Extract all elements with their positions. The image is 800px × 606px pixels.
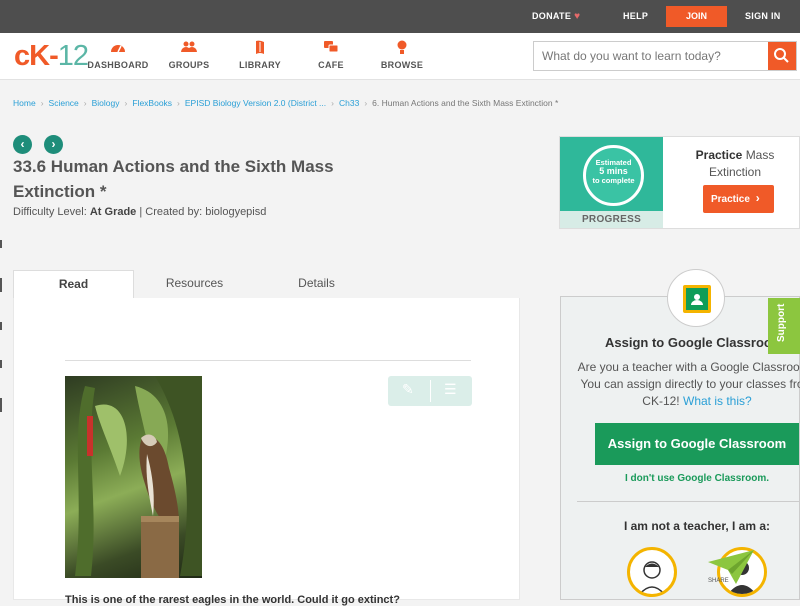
groups-icon [149,40,229,55]
nav-dashboard[interactable]: DASHBOARD [78,40,158,70]
search-icon [774,48,789,63]
nav-groups-label: GROUPS [168,60,210,70]
practice-button[interactable]: Practice › [703,185,774,213]
left-edge-marks [0,240,3,442]
share-widget[interactable]: SHARE [706,548,756,588]
cafe-icon [291,40,371,55]
google-classroom-icon [683,285,711,313]
tab-read[interactable]: Read [13,270,134,299]
pencil-icon[interactable]: ✎ [402,381,414,398]
student-avatar[interactable] [627,547,677,597]
donate-label: DONATE [532,11,572,21]
lesson-intro-text: This is one of the rarest eagles in the … [65,594,400,606]
main-nav: cK-12 DASHBOARD GROUPS LIBRARY CAFE BROW… [0,33,800,80]
google-classroom-badge [667,269,725,327]
nav-browse[interactable]: BROWSE [362,40,442,70]
difficulty-value: At Grade [89,206,137,218]
breadcrumb-chapter[interactable]: Ch33 [339,98,359,108]
practice-title: Practice Mass Extinction [670,147,800,181]
nav-groups[interactable]: GROUPS [149,40,229,70]
share-label: SHARE [708,578,729,584]
chevron-right-icon: › [755,191,760,205]
signin-link[interactable]: SIGN IN [745,11,781,21]
edit-toolbar: ✎ ☰ [388,376,472,406]
logo-dash: - [49,40,59,72]
chevron-right-icon: › [51,137,56,151]
nav-cafe-label: CAFE [318,60,344,70]
practice-card: Estimated 5 mins to complete PROGRESS Pr… [559,136,800,229]
content-divider [65,360,471,361]
search-box [533,41,797,71]
library-icon [220,40,300,55]
support-tab[interactable]: Support [768,298,800,354]
eagle-photo [65,376,202,578]
dont-use-google-link[interactable]: I don't use Google Classroom. [595,473,799,484]
estimate-text: Estimated 5 mins to complete [583,158,644,185]
progress-label: PROGRESS [560,211,663,228]
dashboard-icon [78,40,158,55]
nav-browse-label: BROWSE [380,60,424,70]
student-icon [639,561,665,594]
lesson-meta: Difficulty Level: At Grade | Created by:… [13,206,266,218]
toolbar-separator [430,380,431,402]
google-title: Assign to Google Classroom [605,335,784,350]
to-complete-label: to complete [592,176,635,185]
panel-divider [577,501,800,502]
chevron-right-icon: › [124,98,128,108]
practice-button-label: Practice [711,194,750,205]
chevron-right-icon: › [331,98,334,108]
nav-cafe[interactable]: CAFE [291,40,371,70]
logo-c: c [14,40,30,72]
breadcrumb-flexbooks[interactable]: FlexBooks [132,98,172,108]
lesson-content: ✎ ☰ This is one of the rarest eagles in … [13,298,520,606]
tab-details[interactable]: Details [256,270,377,299]
practice-title-bold: Practice [695,148,743,162]
breadcrumb-home[interactable]: Home [13,98,36,108]
google-classroom-panel: Assign to Google Classroom Are you a tea… [560,269,800,600]
ck12-logo[interactable]: cK-12 [14,40,89,73]
help-link[interactable]: HELP [623,11,648,21]
google-description: Are you a teacher with a Google Classroo… [577,359,800,410]
nav-dashboard-label: DASHBOARD [87,60,149,70]
estimated-minutes: 5 mins [599,166,628,176]
notes-icon[interactable]: ☰ [444,381,457,398]
page-title: 33.6 Human Actions and the Sixth Mass Ex… [13,157,334,201]
nav-library[interactable]: LIBRARY [220,40,300,70]
top-bar: DONATE ♥ HELP JOIN SIGN IN [0,0,800,33]
content-tabs: Read Resources Details [13,270,520,299]
what-is-this-link[interactable]: What is this? [683,394,752,408]
breadcrumb-current: 6. Human Actions and the Sixth Mass Exti… [372,98,559,108]
chevron-right-icon: › [177,98,180,108]
logo-k: K [29,40,50,72]
assign-google-classroom-button[interactable]: Assign to Google Classroom [595,423,799,465]
search-button[interactable] [768,42,796,70]
breadcrumb-biology[interactable]: Biology [92,98,120,108]
search-input[interactable] [534,42,768,70]
heart-icon: ♥ [574,11,581,22]
previous-lesson-button[interactable]: ‹ [13,135,32,154]
practice-thumbnail[interactable]: Estimated 5 mins to complete PROGRESS [560,137,663,228]
join-button[interactable]: JOIN [666,6,727,27]
donate-link[interactable]: DONATE ♥ [532,11,580,22]
not-teacher-label: I am not a teacher, I am a: [623,519,771,533]
chevron-right-icon: › [364,98,368,108]
support-label: Support [776,303,787,342]
breadcrumb: Home › Science › Biology › FlexBooks › EPISD Bio… [13,98,558,108]
breadcrumb-science[interactable]: Science [49,98,79,108]
tab-resources[interactable]: Resources [134,270,255,299]
created-by: | Created by: biologyepisd [139,206,267,218]
chevron-right-icon: › [83,98,87,108]
chevron-right-icon: › [40,98,44,108]
browse-icon [362,40,442,55]
nav-library-label: LIBRARY [239,60,281,70]
difficulty-label: Difficulty Level: [13,206,87,218]
breadcrumb-book[interactable]: EPISD Biology Version 2.0 (District ... [185,98,326,108]
chevron-left-icon: ‹ [20,137,25,151]
next-lesson-button[interactable]: › [44,135,63,154]
